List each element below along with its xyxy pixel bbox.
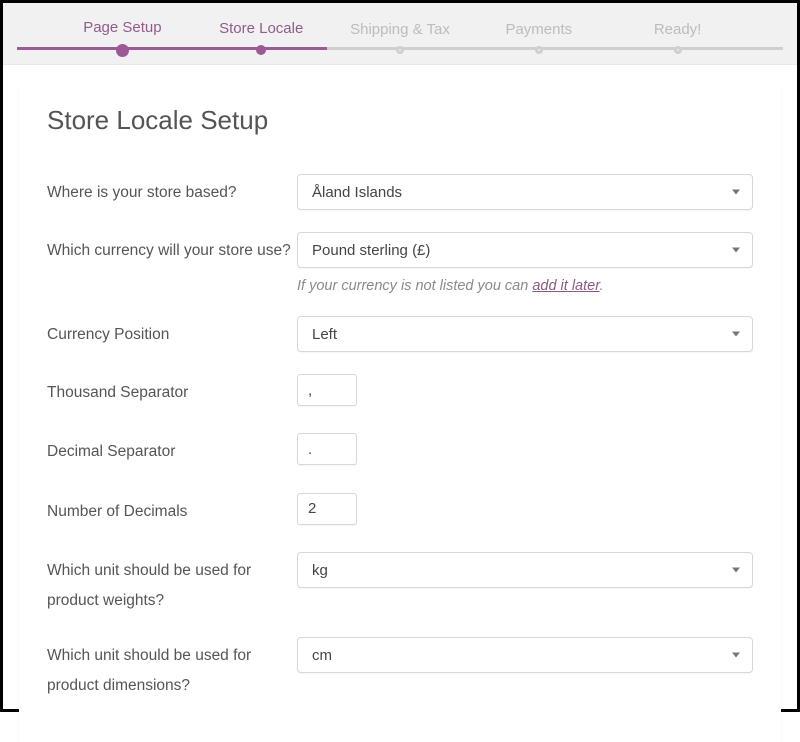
wizard-step-label: Store Locale <box>219 20 303 37</box>
input-decimal-separator[interactable] <box>297 433 357 465</box>
wizard-step-label: Page Setup <box>83 19 161 36</box>
select-weight-unit[interactable]: kg <box>297 552 753 588</box>
help-prefix: If your currency is not listed you can <box>297 278 532 294</box>
row-num-decimals: Number of Decimals <box>47 493 753 526</box>
select-value: Åland Islands <box>312 184 402 201</box>
select-value: Left <box>312 326 337 343</box>
wizard-step-page-setup[interactable]: Page Setup <box>53 11 192 57</box>
select-currency[interactable]: Pound sterling (£) <box>297 232 753 268</box>
row-decimal-separator: Decimal Separator <box>47 433 753 466</box>
wizard-step-dot-icon <box>535 46 543 54</box>
caret-down-icon <box>732 568 740 573</box>
select-value: Pound sterling (£) <box>312 242 430 259</box>
select-dimension-unit[interactable]: cm <box>297 637 753 673</box>
wizard-progress-bar: Page Setup Store Locale Shipping & Tax P… <box>3 3 797 65</box>
help-suffix: . <box>600 278 604 294</box>
row-thousand-separator: Thousand Separator <box>47 374 753 407</box>
select-value: cm <box>312 647 332 664</box>
row-currency-position: Currency Position Left <box>47 316 753 352</box>
label-store-based: Where is your store based? <box>47 174 297 207</box>
label-currency-position: Currency Position <box>47 316 297 349</box>
wizard-step-label: Payments <box>505 21 572 38</box>
wizard-step-dot-icon <box>674 46 682 54</box>
label-weight-unit: Which unit should be used for product we… <box>47 552 297 615</box>
row-currency: Which currency will your store use? Poun… <box>47 232 753 294</box>
caret-down-icon <box>732 332 740 337</box>
wizard-steps: Page Setup Store Locale Shipping & Tax P… <box>3 3 797 64</box>
label-currency: Which currency will your store use? <box>47 232 297 265</box>
wizard-step-label: Shipping & Tax <box>350 21 450 38</box>
wizard-step-payments[interactable]: Payments <box>469 13 608 54</box>
page-title: Store Locale Setup <box>47 105 753 136</box>
label-thousand-separator: Thousand Separator <box>47 374 297 407</box>
row-weight-unit: Which unit should be used for product we… <box>47 552 753 615</box>
wizard-step-store-locale[interactable]: Store Locale <box>192 12 331 55</box>
wizard-step-label: Ready! <box>654 21 702 38</box>
wizard-step-shipping-tax[interactable]: Shipping & Tax <box>331 13 470 54</box>
row-store-based: Where is your store based? Åland Islands <box>47 174 753 210</box>
select-currency-position[interactable]: Left <box>297 316 753 352</box>
wizard-step-dot-icon <box>116 44 129 57</box>
caret-down-icon <box>732 248 740 253</box>
select-value: kg <box>312 562 328 579</box>
currency-help-text: If your currency is not listed you can a… <box>297 278 753 294</box>
label-dimension-unit: Which unit should be used for product di… <box>47 637 297 700</box>
input-thousand-separator[interactable] <box>297 374 357 406</box>
caret-down-icon <box>732 190 740 195</box>
label-decimal-separator: Decimal Separator <box>47 433 297 466</box>
wizard-step-dot-icon <box>396 46 404 54</box>
wizard-step-dot-icon <box>256 45 266 55</box>
label-num-decimals: Number of Decimals <box>47 493 297 526</box>
row-dimension-unit: Which unit should be used for product di… <box>47 637 753 700</box>
caret-down-icon <box>732 653 740 658</box>
wizard-step-ready[interactable]: Ready! <box>608 13 747 54</box>
select-store-based[interactable]: Åland Islands <box>297 174 753 210</box>
input-num-decimals[interactable] <box>297 493 357 525</box>
add-it-later-link[interactable]: add it later <box>532 278 599 294</box>
content-card: Store Locale Setup Where is your store b… <box>19 81 781 742</box>
